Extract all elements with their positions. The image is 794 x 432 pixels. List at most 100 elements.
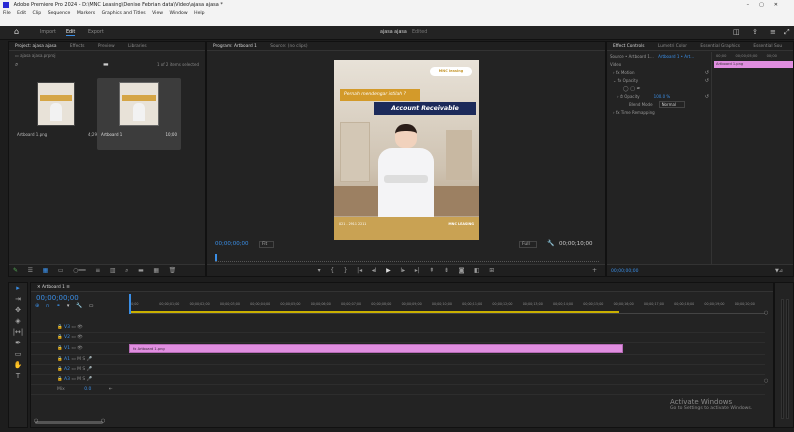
maximize-icon[interactable]: ▢	[759, 2, 774, 8]
tab-lumetri[interactable]: Lumetri Color	[652, 42, 693, 50]
scroll-handle-icon[interactable]: ○	[764, 310, 768, 316]
pen-tool-icon[interactable]: ✒	[9, 338, 27, 349]
minimize-icon[interactable]: –	[747, 2, 760, 8]
tab-preview[interactable]: Preview	[92, 42, 121, 50]
timeline-scrollbar[interactable]: ○ ○	[34, 418, 765, 425]
tab-source[interactable]: Source: (no clips)	[264, 42, 313, 50]
share-icon[interactable]: ⇪	[752, 28, 758, 36]
tab-sequence[interactable]: ✕ Artboard 1 ≡	[31, 283, 76, 291]
fit-dropdown[interactable]: Fit	[259, 241, 275, 248]
razor-tool-icon[interactable]: ◈	[9, 316, 27, 327]
project-item[interactable]: Artboard 1.png 4;29	[15, 80, 99, 160]
track-lane-a2[interactable]	[129, 365, 765, 375]
button-editor-icon[interactable]: +	[592, 265, 597, 276]
go-to-out-icon[interactable]: ▸|	[415, 265, 420, 276]
track-lane-v2[interactable]	[129, 333, 765, 343]
mark-in-icon[interactable]: {	[330, 265, 334, 276]
menu-view[interactable]: View	[152, 11, 163, 16]
automate-icon[interactable]: ▥	[110, 265, 116, 276]
wrench-icon[interactable]: 🔧	[547, 240, 554, 247]
go-to-in-icon[interactable]: |◂	[357, 265, 362, 276]
track-lane-v3[interactable]	[129, 323, 765, 333]
blend-mode-dropdown[interactable]: Normal	[658, 101, 686, 108]
timeline-timecode[interactable]: 00;00;00;00	[36, 294, 79, 302]
work-area-bar[interactable]	[129, 311, 619, 313]
tab-project[interactable]: Project: ajasa ajasa	[9, 42, 63, 50]
scroll-handle-icon[interactable]: ○	[764, 378, 768, 384]
mini-clip[interactable]: Artboard 1.png	[714, 61, 793, 68]
linked-icon[interactable]: ⚭	[56, 303, 60, 309]
tab-export[interactable]: Export	[88, 30, 104, 35]
export-frame-icon[interactable]: ◙	[459, 265, 465, 276]
pen-mask-icon[interactable]: ✒	[637, 86, 641, 92]
ripple-edit-tool-icon[interactable]: ✥	[9, 305, 27, 316]
freeform-view-icon[interactable]: ▭	[58, 265, 64, 276]
effect-row[interactable]: › fx Time Remapping	[607, 109, 711, 117]
search-icon[interactable]: ⌕	[15, 61, 18, 69]
timeline-ruler[interactable]: 00;00 00;00;01;00 00;00;02;00 00;00;03;00 00…	[129, 294, 765, 314]
scroll-thumb[interactable]	[35, 421, 103, 424]
wrench-icon[interactable]: 🔧	[76, 303, 82, 309]
menu-icon[interactable]: ≡	[770, 28, 776, 36]
track-header-mix[interactable]: Mix 0.0 ⇤	[31, 385, 129, 395]
reset-icon[interactable]: ↺	[705, 69, 709, 77]
tab-effects[interactable]: Effects	[64, 42, 91, 50]
hand-tool-icon[interactable]: ✋	[9, 360, 27, 371]
quality-dropdown[interactable]: Full	[519, 241, 537, 248]
step-forward-icon[interactable]: I▸	[400, 265, 405, 276]
pencil-icon[interactable]: ✎	[13, 265, 18, 276]
marker-icon[interactable]: ▾	[67, 303, 70, 309]
track-header-v3[interactable]: 🔒 V3 ▭ 👁	[31, 323, 129, 333]
program-timecode[interactable]: 00;00;00;00	[215, 241, 249, 247]
track-header-v1[interactable]: 🔒 V1 ▭ 👁	[31, 343, 129, 355]
timeline-clip[interactable]: fx Artboard 1.png	[129, 344, 623, 353]
reset-icon[interactable]: ↺	[705, 93, 709, 101]
nest-icon[interactable]: ⊕	[35, 303, 39, 309]
home-icon[interactable]: ⌂	[14, 27, 19, 36]
trash-icon[interactable]: 🗑	[169, 265, 177, 276]
monitor-scrubber[interactable]	[215, 254, 599, 262]
rect-mask-icon[interactable]: ▢	[630, 86, 635, 92]
type-tool-icon[interactable]: T	[9, 371, 27, 382]
reset-icon[interactable]: ↺	[705, 77, 709, 85]
mix-expand-icon[interactable]: ⇤	[109, 387, 113, 392]
scroll-handle-icon[interactable]: ○	[101, 418, 105, 424]
mark-out-icon[interactable]: }	[344, 265, 348, 276]
track-lane-v1[interactable]: fx Artboard 1.png	[129, 343, 765, 355]
playhead[interactable]	[129, 294, 131, 314]
new-bin-icon[interactable]: ▬	[138, 265, 144, 276]
bin-icon[interactable]: ▬	[103, 61, 109, 68]
playhead[interactable]	[215, 254, 217, 261]
extract-icon[interactable]: ⇟	[444, 265, 449, 276]
scroll-handle-icon[interactable]: ○	[34, 418, 38, 424]
comparison-view-icon[interactable]: ◧	[474, 265, 480, 276]
menu-edit[interactable]: Edit	[17, 11, 26, 16]
effect-row[interactable]: › fx Motion ↺	[607, 69, 711, 77]
window-controls[interactable]: –▢✕	[747, 0, 788, 10]
property-row[interactable]: Blend Mode Normal	[607, 101, 711, 109]
track-select-tool-icon[interactable]: ⇥	[9, 294, 27, 305]
rectangle-tool-icon[interactable]: ▭	[9, 349, 27, 360]
tab-edit[interactable]: Edit	[66, 30, 76, 36]
track-lane-a1[interactable]	[129, 355, 765, 365]
lift-icon[interactable]: ⇞	[429, 265, 434, 276]
clip-label[interactable]: Artboard 1 • Art...	[658, 54, 694, 59]
tab-program[interactable]: Program: Artboard 1	[207, 42, 263, 50]
effect-row[interactable]: ⌄ fx Opacity ↺	[607, 77, 711, 85]
menu-clip[interactable]: Clip	[33, 11, 42, 16]
tab-libraries[interactable]: Libraries	[122, 42, 153, 50]
ellipse-mask-icon[interactable]: ◯	[623, 86, 629, 92]
play-icon[interactable]: ▶	[386, 265, 391, 276]
menu-sequence[interactable]: Sequence	[48, 11, 71, 16]
menu-file[interactable]: File	[3, 11, 11, 16]
track-lane-a3[interactable]	[129, 375, 765, 385]
tab-essential-graphics[interactable]: Essential Graphics	[694, 42, 746, 50]
opacity-value[interactable]: 100.0 %	[654, 94, 671, 99]
tab-essential-sound[interactable]: Essential Sou	[747, 42, 788, 50]
track-header-a1[interactable]: 🔒 A1 ▭ M S 🎤	[31, 355, 129, 365]
selection-tool-icon[interactable]: ▸	[9, 283, 27, 294]
new-item-icon[interactable]: ▦	[153, 265, 159, 276]
list-view-icon[interactable]: ☰	[28, 265, 33, 276]
zoom-slider[interactable]: ○━━	[73, 265, 85, 276]
track-header-v2[interactable]: 🔒 V2 ▭ 👁	[31, 333, 129, 343]
